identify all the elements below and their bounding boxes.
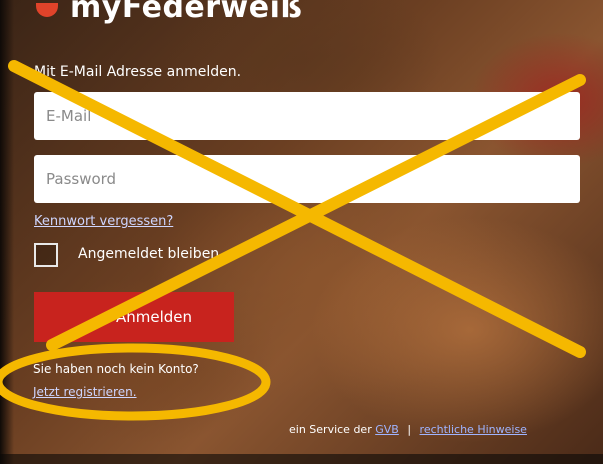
no-account-text: Sie haben noch kein Konto? (33, 362, 199, 376)
bottom-bar (0, 454, 603, 464)
login-instruction: Mit E-Mail Adresse anmelden. (34, 64, 242, 80)
footer-separator: | (407, 423, 412, 436)
background-shadow (0, 0, 14, 464)
stay-logged-in-label: Angemeldet bleiben (78, 246, 220, 262)
forgot-password-link[interactable]: Kennwort vergessen? (34, 214, 173, 229)
password-field[interactable] (34, 155, 580, 203)
footer: ein Service der GVB | rechtliche Hinweis… (289, 423, 527, 436)
logo-icon (36, 3, 58, 17)
highlight-ellipse (0, 343, 271, 421)
app-title: myFederweiß (70, 0, 303, 25)
login-page: myFederweiß Mit E-Mail Adresse anmelden.… (0, 0, 603, 464)
legal-notice-link[interactable]: rechtliche Hinweise (420, 423, 527, 436)
email-field[interactable] (34, 92, 580, 140)
footer-prefix: ein Service der (289, 423, 372, 436)
register-link[interactable]: Jetzt registrieren. (33, 385, 137, 399)
stay-logged-in-checkbox[interactable] (34, 243, 58, 267)
login-button[interactable]: Anmelden (34, 292, 234, 342)
gvb-link[interactable]: GVB (375, 423, 399, 436)
